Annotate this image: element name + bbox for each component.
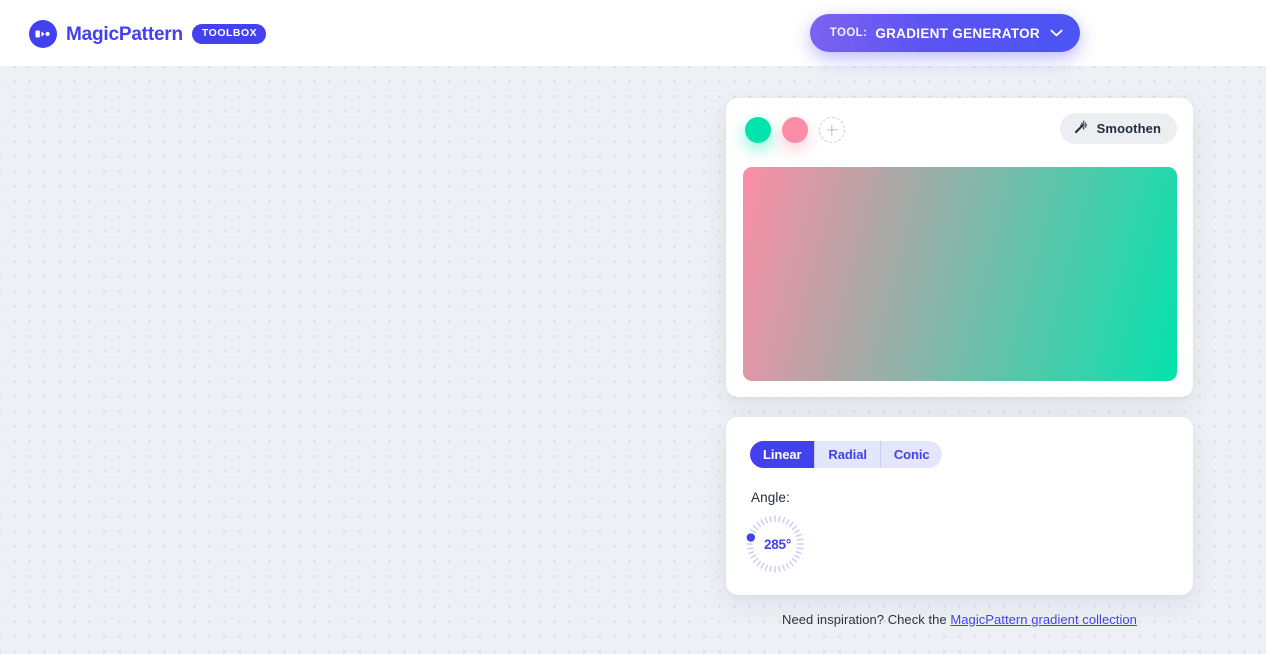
tool-selector-prefix: TOOL: (829, 27, 868, 39)
color-stop-2-swatch[interactable] (782, 117, 808, 143)
chevron-down-icon (1050, 29, 1063, 37)
brand-name: MagicPattern (66, 23, 183, 45)
toolbox-badge: TOOLBOX (191, 24, 267, 44)
angle-value: 285° (763, 536, 792, 552)
tab-conic[interactable]: Conic (880, 441, 943, 468)
tab-radial[interactable]: Radial (815, 441, 881, 468)
gradient-type-tabs: Linear Radial Conic (750, 441, 943, 468)
smoothen-label: Smoothen (1096, 121, 1161, 136)
magic-wand-icon (1073, 120, 1088, 138)
gradient-preview-card: Smoothen (726, 98, 1193, 397)
gradient-preview[interactable] (743, 167, 1177, 381)
angle-label: Angle: (751, 490, 790, 505)
angle-dial[interactable]: 285° (744, 513, 806, 575)
add-color-button[interactable] (819, 117, 845, 143)
app-header: MagicPattern TOOLBOX TOOL: GRADIENT GENE… (0, 0, 1266, 66)
color-stop-list (745, 117, 845, 143)
brand[interactable]: MagicPattern TOOLBOX (29, 20, 267, 48)
magicpattern-logo-icon (29, 20, 57, 48)
tool-selector-button[interactable]: TOOL: GRADIENT GENERATOR (809, 14, 1080, 52)
tab-linear[interactable]: Linear (750, 441, 816, 468)
color-stop-1-swatch[interactable] (745, 117, 771, 143)
footer-note: Need inspiration? Check the MagicPattern… (726, 612, 1193, 627)
smoothen-button[interactable]: Smoothen (1059, 113, 1177, 144)
tool-selector-value: GRADIENT GENERATOR (875, 25, 1040, 41)
footer-text: Need inspiration? Check the (782, 612, 947, 627)
gradient-collection-link[interactable]: MagicPattern gradient collection (950, 612, 1137, 627)
